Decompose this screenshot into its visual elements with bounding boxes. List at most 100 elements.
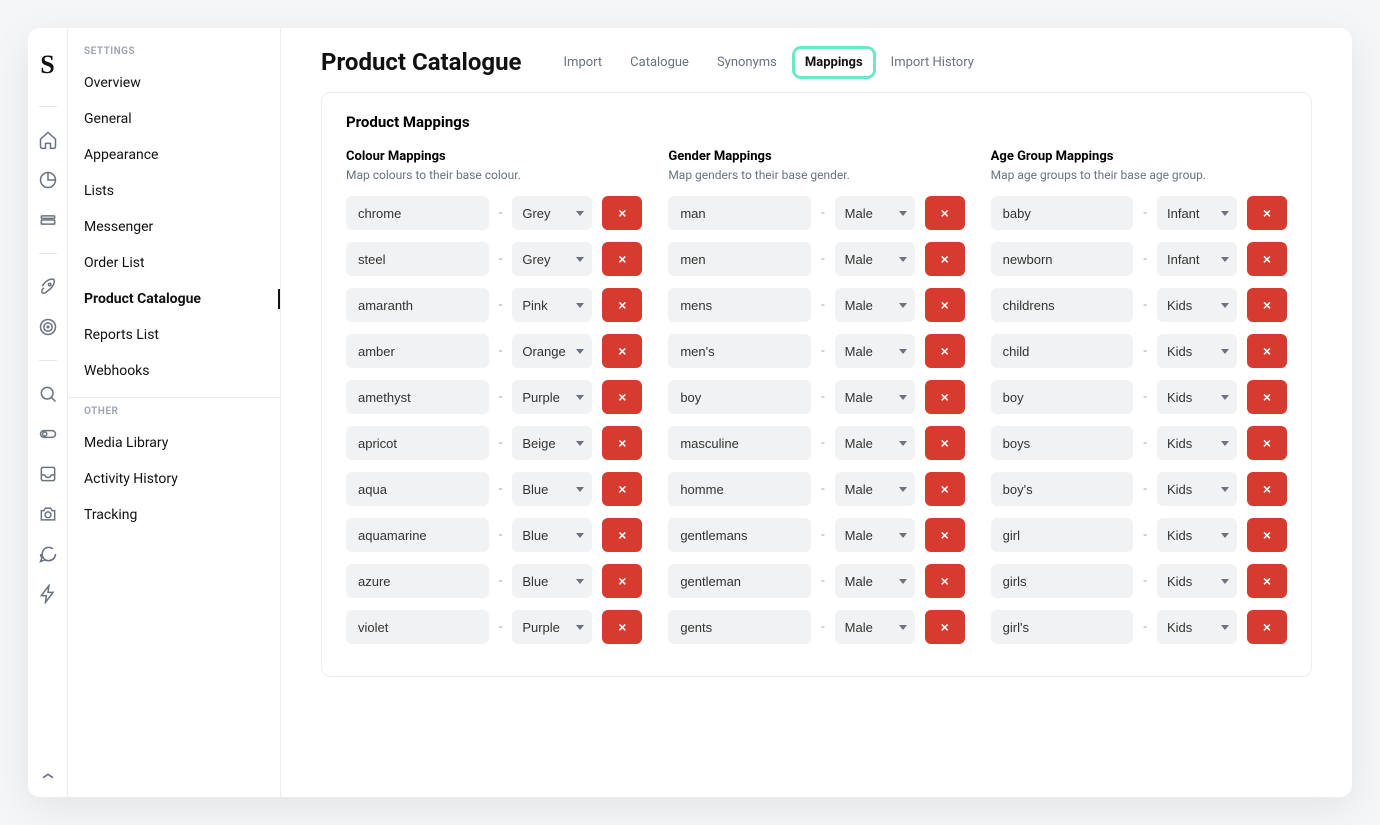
delete-mapping-button[interactable]: ×	[925, 564, 965, 598]
delete-mapping-button[interactable]: ×	[925, 242, 965, 276]
mapping-target-select[interactable]: Grey	[512, 196, 592, 230]
mapping-value-input[interactable]	[991, 242, 1134, 276]
tab-import-history[interactable]: Import History	[881, 49, 984, 76]
delete-mapping-button[interactable]: ×	[602, 196, 642, 230]
delete-mapping-button[interactable]: ×	[602, 472, 642, 506]
mapping-target-select[interactable]: Beige	[512, 426, 592, 460]
delete-mapping-button[interactable]: ×	[602, 564, 642, 598]
mapping-target-select[interactable]: Infant	[1157, 242, 1237, 276]
delete-mapping-button[interactable]: ×	[1247, 380, 1287, 414]
mapping-value-input[interactable]	[991, 610, 1134, 644]
mapping-target-select[interactable]: Orange	[512, 334, 592, 368]
sidebar-item-appearance[interactable]: Appearance	[68, 137, 280, 173]
mapping-value-input[interactable]	[991, 380, 1134, 414]
delete-mapping-button[interactable]: ×	[925, 288, 965, 322]
delete-mapping-button[interactable]: ×	[1247, 472, 1287, 506]
delete-mapping-button[interactable]: ×	[925, 610, 965, 644]
mapping-value-input[interactable]	[668, 518, 811, 552]
mapping-value-input[interactable]	[991, 426, 1134, 460]
mapping-value-input[interactable]	[346, 472, 489, 506]
bolt-icon[interactable]	[37, 583, 59, 605]
mapping-target-select[interactable]: Male	[835, 472, 915, 506]
mapping-target-select[interactable]: Male	[835, 334, 915, 368]
target-icon[interactable]	[37, 316, 59, 338]
tab-import[interactable]: Import	[554, 49, 613, 76]
delete-mapping-button[interactable]: ×	[925, 472, 965, 506]
mapping-target-select[interactable]: Grey	[512, 242, 592, 276]
mapping-target-select[interactable]: Male	[835, 242, 915, 276]
mapping-value-input[interactable]	[668, 196, 811, 230]
sidebar-item-order-list[interactable]: Order List	[68, 245, 280, 281]
mapping-value-input[interactable]	[668, 610, 811, 644]
mapping-target-select[interactable]: Infant	[1157, 196, 1237, 230]
sidebar-item-messenger[interactable]: Messenger	[68, 209, 280, 245]
mapping-target-select[interactable]: Blue	[512, 518, 592, 552]
delete-mapping-button[interactable]: ×	[1247, 334, 1287, 368]
delete-mapping-button[interactable]: ×	[602, 288, 642, 322]
sidebar-item-product-catalogue[interactable]: Product Catalogue	[68, 281, 280, 317]
mapping-value-input[interactable]	[346, 610, 489, 644]
delete-mapping-button[interactable]: ×	[1247, 288, 1287, 322]
mapping-value-input[interactable]	[991, 564, 1134, 598]
mapping-target-select[interactable]: Kids	[1157, 288, 1237, 322]
mapping-target-select[interactable]: Male	[835, 288, 915, 322]
toggle-icon[interactable]	[37, 423, 59, 445]
delete-mapping-button[interactable]: ×	[925, 380, 965, 414]
stack-icon[interactable]	[37, 209, 59, 231]
mapping-target-select[interactable]: Male	[835, 564, 915, 598]
mapping-value-input[interactable]	[668, 242, 811, 276]
mapping-value-input[interactable]	[668, 564, 811, 598]
delete-mapping-button[interactable]: ×	[1247, 564, 1287, 598]
mapping-value-input[interactable]	[346, 288, 489, 322]
delete-mapping-button[interactable]: ×	[602, 380, 642, 414]
sidebar-item-reports-list[interactable]: Reports List	[68, 317, 280, 353]
mapping-target-select[interactable]: Kids	[1157, 610, 1237, 644]
mapping-value-input[interactable]	[991, 518, 1134, 552]
mapping-value-input[interactable]	[668, 472, 811, 506]
mapping-target-select[interactable]: Kids	[1157, 564, 1237, 598]
tab-catalogue[interactable]: Catalogue	[620, 49, 699, 76]
inbox-icon[interactable]	[37, 463, 59, 485]
camera-icon[interactable]	[37, 503, 59, 525]
mapping-target-select[interactable]: Male	[835, 518, 915, 552]
delete-mapping-button[interactable]: ×	[1247, 610, 1287, 644]
mapping-value-input[interactable]	[668, 426, 811, 460]
mapping-target-select[interactable]: Male	[835, 610, 915, 644]
delete-mapping-button[interactable]: ×	[602, 242, 642, 276]
delete-mapping-button[interactable]: ×	[602, 334, 642, 368]
mapping-target-select[interactable]: Kids	[1157, 426, 1237, 460]
mapping-value-input[interactable]	[668, 380, 811, 414]
sidebar-item-media-library[interactable]: Media Library	[68, 425, 280, 461]
delete-mapping-button[interactable]: ×	[925, 334, 965, 368]
pie-chart-icon[interactable]	[37, 169, 59, 191]
delete-mapping-button[interactable]: ×	[925, 426, 965, 460]
delete-mapping-button[interactable]: ×	[925, 196, 965, 230]
sidebar-item-lists[interactable]: Lists	[68, 173, 280, 209]
mapping-target-select[interactable]: Blue	[512, 564, 592, 598]
mapping-value-input[interactable]	[346, 196, 489, 230]
mapping-target-select[interactable]: Kids	[1157, 472, 1237, 506]
delete-mapping-button[interactable]: ×	[602, 610, 642, 644]
sidebar-item-webhooks[interactable]: Webhooks	[68, 353, 280, 389]
mapping-value-input[interactable]	[346, 564, 489, 598]
sidebar-item-activity-history[interactable]: Activity History	[68, 461, 280, 497]
mapping-value-input[interactable]	[991, 196, 1134, 230]
delete-mapping-button[interactable]: ×	[1247, 518, 1287, 552]
mapping-value-input[interactable]	[668, 288, 811, 322]
mapping-value-input[interactable]	[346, 426, 489, 460]
mapping-value-input[interactable]	[991, 334, 1134, 368]
mapping-target-select[interactable]: Male	[835, 380, 915, 414]
mapping-target-select[interactable]: Pink	[512, 288, 592, 322]
mapping-value-input[interactable]	[668, 334, 811, 368]
delete-mapping-button[interactable]: ×	[1247, 426, 1287, 460]
mapping-target-select[interactable]: Male	[835, 196, 915, 230]
tab-synonyms[interactable]: Synonyms	[707, 49, 787, 76]
mapping-target-select[interactable]: Male	[835, 426, 915, 460]
mapping-target-select[interactable]: Kids	[1157, 334, 1237, 368]
delete-mapping-button[interactable]: ×	[925, 518, 965, 552]
search-icon[interactable]	[37, 383, 59, 405]
delete-mapping-button[interactable]: ×	[602, 518, 642, 552]
sidebar-item-tracking[interactable]: Tracking	[68, 497, 280, 533]
chat-icon[interactable]	[37, 543, 59, 565]
sidebar-item-general[interactable]: General	[68, 101, 280, 137]
